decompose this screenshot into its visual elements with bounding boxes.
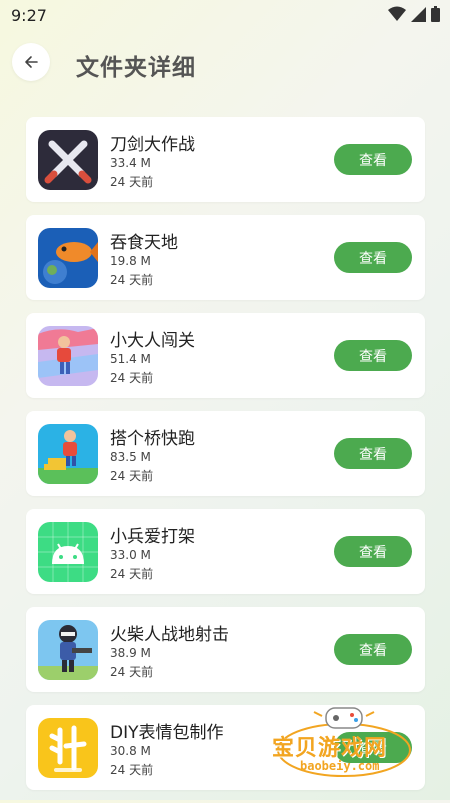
list-item[interactable]: 小大人闯关 51.4 M 24 天前 查看	[26, 313, 425, 398]
app-name: 小大人闯关	[110, 331, 195, 351]
crossed-swords-icon	[38, 130, 98, 190]
watermark-text: 宝贝游戏网	[272, 736, 388, 761]
stickman-shooter-icon	[38, 620, 98, 680]
app-size: 38.9 M	[110, 646, 151, 660]
runner-game-icon	[38, 326, 98, 386]
app-size: 33.0 M	[110, 548, 151, 562]
wifi-icon	[388, 6, 406, 21]
back-arrow-icon	[25, 56, 38, 68]
watermark: 宝贝游戏网 baobeiy.com	[270, 702, 420, 782]
app-date: 24 天前	[110, 469, 154, 483]
status-icons	[388, 6, 440, 22]
app-date: 24 天前	[110, 665, 154, 679]
app-name: 搭个桥快跑	[110, 429, 195, 449]
app-size: 19.8 M	[110, 254, 151, 268]
signal-icon	[411, 6, 426, 22]
app-date: 24 天前	[110, 175, 154, 189]
view-button[interactable]: 查看	[334, 242, 412, 273]
app-size: 51.4 M	[110, 352, 151, 366]
app-name: 吞食天地	[110, 233, 178, 253]
bridge-runner-icon	[38, 424, 98, 484]
view-button[interactable]: 查看	[334, 634, 412, 665]
fish-planet-icon	[38, 228, 98, 288]
app-name: 火柴人战地射击	[110, 625, 229, 645]
app-date: 24 天前	[110, 273, 154, 287]
view-button[interactable]: 查看	[334, 536, 412, 567]
app-date: 24 天前	[110, 567, 154, 581]
status-time: 9:27	[11, 6, 47, 25]
app-date: 24 天前	[110, 371, 154, 385]
list-item[interactable]: 搭个桥快跑 83.5 M 24 天前 查看	[26, 411, 425, 496]
view-button[interactable]: 查看	[334, 144, 412, 175]
list-item[interactable]: 刀剑大作战 33.4 M 24 天前 查看	[26, 117, 425, 202]
android-icon	[38, 522, 98, 582]
watermark-domain: baobeiy.com	[300, 759, 380, 773]
view-button[interactable]: 查看	[334, 340, 412, 371]
app-name: 刀剑大作战	[110, 135, 195, 155]
view-button[interactable]: 查看	[334, 438, 412, 469]
list-item[interactable]: 火柴人战地射击 38.9 M 24 天前 查看	[26, 607, 425, 692]
app-name: DIY表情包制作	[110, 723, 224, 743]
app-date: 24 天前	[110, 763, 154, 777]
battery-icon	[431, 6, 440, 22]
app-size: 30.8 M	[110, 744, 151, 758]
page-title: 文件夹详细	[76, 55, 196, 81]
diy-emoji-icon	[38, 718, 98, 778]
app-size: 33.4 M	[110, 156, 151, 170]
app-list: 刀剑大作战 33.4 M 24 天前 查看 吞食天地 19.8 M 24 天前 …	[26, 117, 425, 803]
list-item[interactable]: 小兵爱打架 33.0 M 24 天前 查看	[26, 509, 425, 594]
app-size: 83.5 M	[110, 450, 151, 464]
header: 文件夹详细	[0, 40, 450, 84]
status-bar: 9:27	[0, 0, 450, 32]
back-button[interactable]	[12, 43, 50, 81]
app-name: 小兵爱打架	[110, 527, 195, 547]
list-item[interactable]: 吞食天地 19.8 M 24 天前 查看	[26, 215, 425, 300]
